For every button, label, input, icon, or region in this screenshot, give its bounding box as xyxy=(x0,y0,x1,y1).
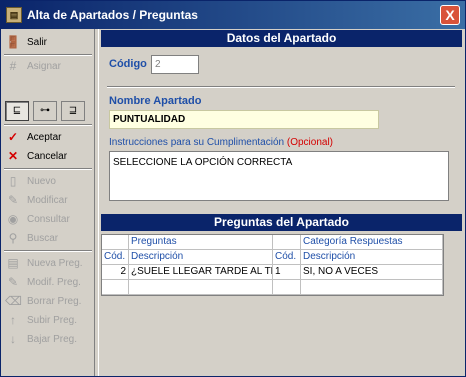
exit-door-icon: 🚪 xyxy=(5,35,21,49)
salir-button[interactable]: 🚪 Salir xyxy=(5,33,93,51)
nombre-label: Nombre Apartado xyxy=(109,95,202,107)
consultar-label: Consultar xyxy=(27,213,70,225)
table-cell-cod-respuesta[interactable]: 1 xyxy=(273,265,301,280)
table-cell-empty[interactable] xyxy=(301,280,443,295)
table-empty-area xyxy=(101,296,462,374)
checkmark-icon: ✓ xyxy=(7,130,19,144)
borrar-preg-label: Borrar Preg. xyxy=(27,295,82,307)
group-header-preguntas: Preguntas xyxy=(129,235,273,250)
eraser-icon: ⌫ xyxy=(5,294,22,308)
preguntas-section-title: Preguntas del Apartado xyxy=(101,214,462,231)
codigo-field[interactable]: 2 xyxy=(151,55,199,74)
table-cell-cod[interactable]: 2 xyxy=(102,265,129,280)
buscar-label: Buscar xyxy=(27,232,59,244)
instrucciones-label: Instrucciones para su Cumplimentación (O… xyxy=(109,137,333,148)
salir-label: Salir xyxy=(27,36,48,48)
nuevo-label: Nuevo xyxy=(27,175,56,187)
window-title: Alta de Apartados / Preguntas xyxy=(27,8,198,22)
modificar-label: Modificar xyxy=(27,194,68,206)
hash-icon: # xyxy=(9,59,17,73)
cancelar-label: Cancelar xyxy=(27,150,68,162)
arrow-down-icon: ↓ xyxy=(10,332,16,346)
modificar-button[interactable]: ✎ Modificar xyxy=(5,191,93,209)
arrow-up-icon: ↑ xyxy=(10,313,16,327)
cancelar-button[interactable]: ✕ Cancelar xyxy=(5,147,93,165)
window: ▤ Alta de Apartados / Preguntas X 🚪 Sali… xyxy=(0,0,466,377)
toolbar-separator xyxy=(4,168,92,170)
column-header-descripcion-respuesta[interactable]: Descripción xyxy=(301,250,443,265)
view-mode-3-button[interactable]: ⊒ xyxy=(61,101,85,121)
close-button[interactable]: X xyxy=(440,5,460,25)
asignar-label: Asignar xyxy=(27,60,61,72)
aceptar-label: Aceptar xyxy=(27,131,62,143)
cross-icon: ✕ xyxy=(7,149,19,163)
title-bar: ▤ Alta de Apartados / Preguntas X xyxy=(1,1,465,29)
table-cell-empty[interactable] xyxy=(129,280,273,295)
bajar-preg-label: Bajar Preg. xyxy=(27,333,78,345)
column-header-cod-respuesta[interactable]: Cód. xyxy=(273,250,301,265)
datos-section-title: Datos del Apartado xyxy=(101,30,462,47)
toolbar-separator xyxy=(4,54,92,56)
divider xyxy=(107,86,455,88)
binoculars-icon: ⚲ xyxy=(8,231,18,245)
buscar-button[interactable]: ⚲ Buscar xyxy=(5,229,93,247)
eye-icon: ◉ xyxy=(7,212,19,226)
new-document-icon: ▯ xyxy=(9,174,17,188)
nombre-field[interactable]: PUNTUALIDAD xyxy=(109,110,379,129)
asignar-button[interactable]: # Asignar xyxy=(5,57,93,75)
nueva-preg-label: Nueva Preg. xyxy=(27,257,83,269)
subir-preg-button[interactable]: ↑ Subir Preg. xyxy=(5,311,93,329)
edit-icon: ✎ xyxy=(7,193,19,207)
instrucciones-field[interactable]: SELECCIONE LA OPCIÓN CORRECTA xyxy=(109,151,449,201)
nueva-preg-button[interactable]: ▤ Nueva Preg. xyxy=(5,254,93,272)
modif-preg-button[interactable]: ✎ Modif. Preg. xyxy=(5,273,93,291)
column-header-cod[interactable]: Cód. xyxy=(102,250,129,265)
view-mode-1-button[interactable]: ⊑ xyxy=(5,101,29,121)
toolbar-separator xyxy=(4,250,92,252)
table-cell-empty[interactable] xyxy=(273,280,301,295)
group-header xyxy=(273,235,301,250)
preguntas-table: Preguntas Categoría Respuestas Cód. Desc… xyxy=(101,234,444,296)
modif-preg-label: Modif. Preg. xyxy=(27,276,81,288)
main-panel: Datos del Apartado Código 2 Nombre Apart… xyxy=(98,29,463,376)
view-mode-2-button[interactable]: ⊶ xyxy=(33,101,57,121)
column-header-descripcion[interactable]: Descripción xyxy=(129,250,273,265)
group-header-categoria: Categoría Respuestas xyxy=(301,235,443,250)
table-cell-descripcion-respuesta[interactable]: SI, NO A VECES xyxy=(301,265,443,280)
instrucciones-label-text: Instrucciones para su Cumplimentación xyxy=(109,137,285,148)
optional-tag: (Opcional) xyxy=(286,137,334,148)
edit-question-icon: ✎ xyxy=(7,275,19,289)
view-mode-group: ⊑ ⊶ ⊒ xyxy=(5,101,85,121)
borrar-preg-button[interactable]: ⌫ Borrar Preg. xyxy=(5,292,93,310)
codigo-label: Código xyxy=(109,58,147,70)
table-filler xyxy=(447,234,460,296)
app-icon: ▤ xyxy=(6,7,22,23)
nuevo-button[interactable]: ▯ Nuevo xyxy=(5,172,93,190)
aceptar-button[interactable]: ✓ Aceptar xyxy=(5,128,93,146)
left-toolbar: 🚪 Salir # Asignar ⊑ ⊶ ⊒ ✓ Aceptar ✕ Canc… xyxy=(1,29,95,376)
bajar-preg-button[interactable]: ↓ Bajar Preg. xyxy=(5,330,93,348)
consultar-button[interactable]: ◉ Consultar xyxy=(5,210,93,228)
toolbar-separator xyxy=(4,124,92,126)
group-header xyxy=(102,235,129,250)
subir-preg-label: Subir Preg. xyxy=(27,314,78,326)
table-cell-descripcion[interactable]: ¿SUELE LLEGAR TARDE AL TRABAJO? xyxy=(129,265,273,280)
new-question-icon: ▤ xyxy=(7,256,19,270)
table-cell-empty[interactable] xyxy=(102,280,129,295)
